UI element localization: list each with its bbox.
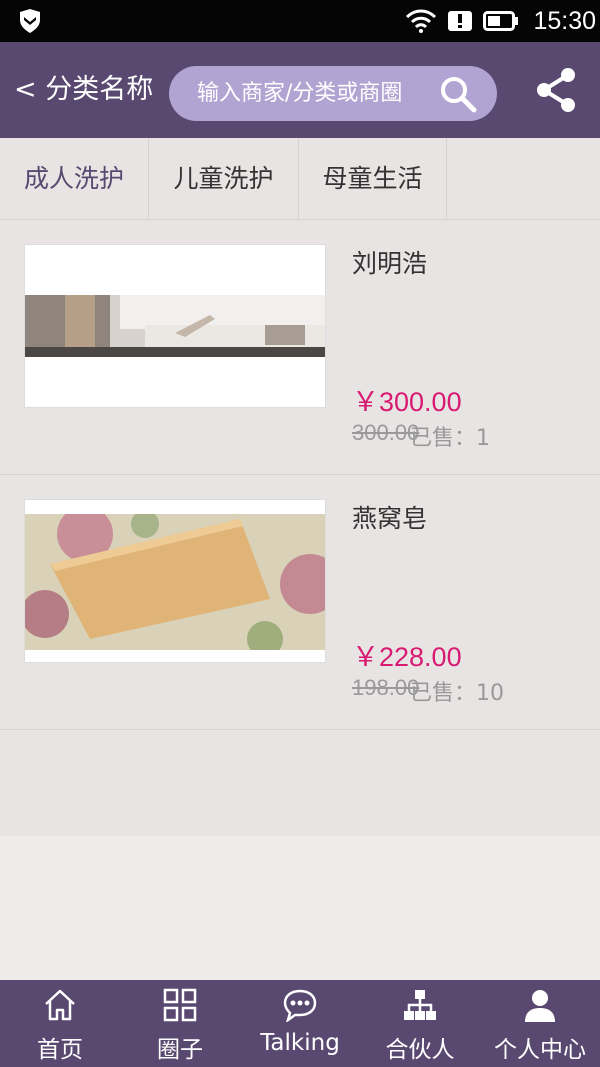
nav-partner-label: 合伙人: [385, 1037, 455, 1063]
shield-icon: [20, 9, 40, 33]
header-bar: < 分类名称 输入商家/分类或商圈: [0, 42, 600, 138]
battery-icon: [483, 11, 519, 31]
share-icon[interactable]: [534, 66, 578, 114]
product-item[interactable]: 燕窝皂 ￥228.00 198.00 已售：10: [0, 475, 600, 730]
nav-circle[interactable]: 圈子: [120, 980, 240, 1067]
nav-profile-label: 个人中心: [494, 1037, 586, 1063]
category-tabs: 成人洗护 儿童洗护 母童生活: [0, 138, 600, 220]
product-list: 刘明浩 ￥300.00 300.00 已售：1 燕窝皂 ￥228.00 198.…: [0, 220, 600, 836]
search-placeholder: 输入商家/分类或商圈: [197, 81, 403, 106]
home-icon: [45, 989, 75, 1021]
chat-icon: [283, 989, 317, 1022]
nav-profile[interactable]: 个人中心: [480, 980, 600, 1067]
wifi-icon: [406, 9, 437, 33]
alert-icon: [448, 11, 473, 31]
status-bar: 15:30: [0, 0, 600, 42]
search-input[interactable]: 输入商家/分类或商圈: [169, 66, 497, 121]
soap-photo: [25, 514, 325, 650]
product-item[interactable]: 刘明浩 ￥300.00 300.00 已售：1: [0, 220, 600, 475]
search-icon[interactable]: [439, 75, 477, 113]
product-name: 刘明浩: [352, 249, 428, 278]
org-chart-icon: [404, 990, 436, 1020]
product-price: ￥300.00: [352, 387, 462, 417]
nav-talking[interactable]: Talking: [240, 980, 360, 1067]
user-icon: [525, 990, 555, 1022]
nav-home-label: 首页: [37, 1037, 83, 1063]
back-button[interactable]: < 分类名称: [14, 42, 153, 138]
grid-icon: [163, 988, 197, 1022]
nav-talking-label: Talking: [260, 1030, 340, 1056]
product-price: ￥228.00: [352, 642, 462, 672]
product-name: 燕窝皂: [352, 504, 428, 533]
product-image: [24, 244, 326, 408]
tab-mother-child-life[interactable]: 母童生活: [299, 138, 447, 219]
tab-adult-care[interactable]: 成人洗护: [0, 138, 149, 219]
product-image: [24, 499, 326, 663]
product-sold-count: 已售：10: [410, 681, 504, 706]
product-meta: 300.00 已售：1: [352, 420, 592, 451]
nav-partner[interactable]: 合伙人: [360, 980, 480, 1067]
bedroom-photo: [25, 295, 325, 357]
nav-home[interactable]: 首页: [0, 980, 120, 1067]
product-sold-count: 已售：1: [410, 426, 490, 451]
bottom-nav: 首页 圈子 Talking 合伙人 个人中心: [0, 980, 600, 1067]
nav-circle-label: 圈子: [157, 1037, 203, 1063]
product-meta: 198.00 已售：10: [352, 675, 592, 706]
tab-kids-care[interactable]: 儿童洗护: [149, 138, 299, 219]
status-time: 15:30: [533, 6, 596, 35]
